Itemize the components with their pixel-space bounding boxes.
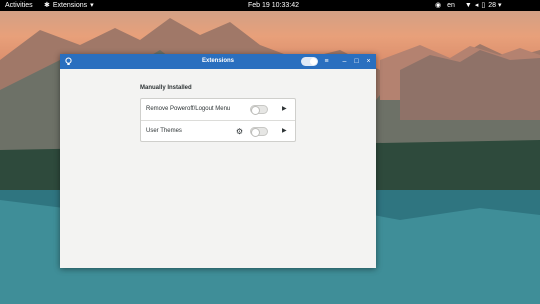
extension-toggle[interactable] (250, 105, 268, 115)
top-bar: Activities ✱ Extensions ▾ Feb 19 10:33:4… (0, 0, 540, 11)
chevron-right-icon[interactable]: ▶ (282, 121, 287, 142)
hamburger-menu-icon[interactable]: ≡ (322, 57, 331, 66)
battery-icon: ▯ (481, 2, 486, 9)
volume-icon: ◂ (474, 2, 479, 9)
extensions-master-switch[interactable] (301, 57, 318, 66)
chevron-right-icon[interactable]: ▶ (282, 99, 287, 120)
extension-name: User Themes (146, 128, 182, 134)
system-tray[interactable]: ◉ en ▼ ◂ ▯ 28 ▾ (432, 0, 502, 11)
extensions-list: Remove Poweroff/Logout Menu ▶ User Theme… (140, 98, 296, 142)
extension-toggle[interactable] (250, 127, 268, 137)
header-bar: Extensions ≡ – □ × (60, 54, 376, 69)
app-menu[interactable]: ✱ Extensions ▾ (44, 0, 94, 11)
extensions-window: Extensions ≡ – □ × Manually Installed Re… (60, 54, 376, 268)
extensions-icon: ✱ (44, 2, 50, 9)
input-source[interactable]: en (447, 0, 455, 11)
maximize-icon[interactable]: □ (352, 57, 361, 66)
chevron-down-icon: ▾ (498, 2, 502, 9)
gear-icon[interactable]: ⚙ (235, 127, 244, 136)
network-icon: ▼ (464, 2, 472, 9)
battery-percent: 28 (488, 2, 497, 9)
section-title: Manually Installed (140, 85, 192, 91)
list-item[interactable]: Remove Poweroff/Logout Menu ▶ (141, 99, 295, 120)
close-icon[interactable]: × (364, 57, 373, 66)
app-menu-label: Extensions (52, 2, 88, 9)
extension-name: Remove Poweroff/Logout Menu (146, 106, 231, 112)
accessibility-icon: ◉ (435, 2, 442, 9)
list-item[interactable]: User Themes ⚙ ▶ (141, 120, 295, 142)
chevron-down-icon: ▾ (90, 2, 94, 9)
clock[interactable]: Feb 19 10:33:42 (248, 0, 299, 11)
activities-button[interactable]: Activities (5, 0, 33, 11)
minimize-icon[interactable]: – (340, 57, 349, 66)
